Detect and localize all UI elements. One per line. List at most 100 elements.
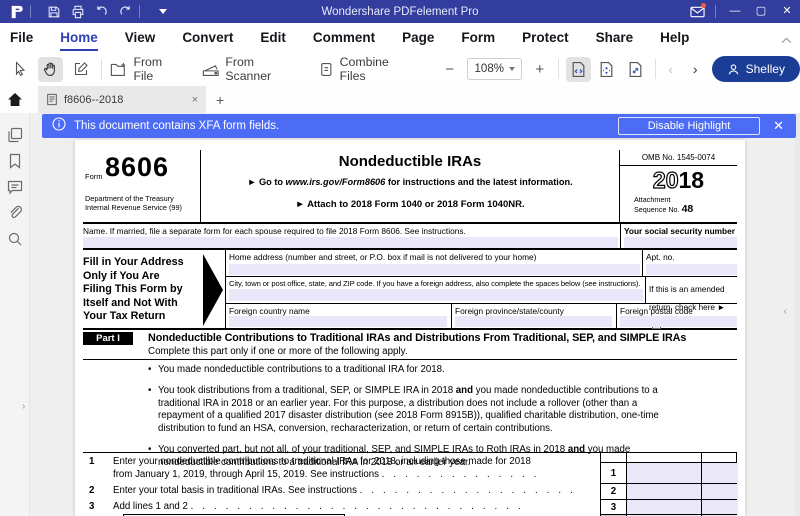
fit-width-button[interactable] — [566, 57, 590, 82]
line2-cents-field[interactable] — [702, 484, 738, 499]
home-tab-button[interactable] — [0, 92, 30, 107]
form-header: Form 8606 Department of the Treasury Int… — [83, 150, 737, 222]
new-tab-button[interactable]: + — [216, 92, 224, 108]
line-3: 3 Add lines 1 and 2 ....................… — [83, 500, 600, 513]
fit-page-button[interactable] — [595, 57, 619, 82]
pointer-triangle — [203, 254, 223, 326]
dept-line2: Internal Revenue Service (99) — [85, 203, 182, 212]
line3-amount-field[interactable] — [627, 500, 701, 514]
line2-amount-field[interactable] — [627, 484, 701, 499]
menu-convert[interactable]: Convert — [182, 25, 233, 51]
search-panel-icon[interactable] — [7, 231, 23, 247]
comments-panel-icon[interactable] — [7, 179, 23, 195]
menu-view[interactable]: View — [125, 25, 156, 51]
foreign-country-label: Foreign country name — [229, 304, 451, 316]
from-scanner-icon — [202, 62, 219, 77]
rule — [83, 359, 737, 360]
menu-form[interactable]: Form — [461, 25, 495, 51]
address-block: Fill in Your Address Only if You Are Fil… — [83, 250, 737, 330]
zoom-in-button[interactable]: + — [530, 61, 549, 78]
attachments-panel-icon[interactable] — [7, 205, 23, 221]
foreign-province-label: Foreign province/state/county — [455, 304, 616, 316]
menu-page[interactable]: Page — [402, 25, 434, 51]
thumbnails-panel-icon[interactable] — [7, 127, 23, 143]
redo-icon[interactable] — [118, 4, 133, 19]
expand-panel-icon[interactable]: › — [22, 401, 25, 412]
collapse-ribbon-icon[interactable] — [781, 31, 792, 49]
home-address-field[interactable] — [229, 264, 640, 275]
app-logo-icon — [9, 4, 24, 19]
irs-url: www.irs.gov/Form8606 — [286, 177, 386, 187]
part1-header: Part I Nondeductible Contributions to Tr… — [83, 332, 737, 345]
combine-files-button[interactable]: Combine Files — [319, 55, 416, 83]
foreign-country-field[interactable] — [229, 316, 447, 327]
edit-tool-button[interactable] — [69, 57, 93, 82]
select-tool-button[interactable] — [8, 57, 32, 82]
line3-cents-field[interactable] — [702, 500, 738, 514]
foreign-postal-label: Foreign postal code — [620, 304, 737, 316]
line1-cents-field[interactable] — [702, 463, 738, 483]
name-label: Name. If married, file a separate form f… — [83, 224, 620, 236]
user-account-button[interactable]: Shelley — [712, 56, 800, 82]
toolbar-divider — [101, 59, 102, 79]
zoom-level-value: 108% — [475, 63, 504, 75]
undo-icon[interactable] — [94, 4, 109, 19]
foreign-postal-field[interactable] — [620, 316, 737, 327]
save-icon[interactable] — [46, 4, 61, 19]
menu-help[interactable]: Help — [660, 25, 689, 51]
home-address-row: Home address (number and street, or P.O.… — [226, 250, 737, 277]
from-file-button[interactable]: From File — [110, 55, 184, 83]
menu-file[interactable]: File — [10, 25, 33, 51]
page-number-box[interactable]: › — [683, 55, 702, 83]
from-scanner-button[interactable]: From Scanner — [202, 55, 301, 83]
maximize-button[interactable]: ▢ — [748, 0, 774, 23]
close-button[interactable]: ✕ — [774, 0, 800, 23]
name-field[interactable] — [83, 237, 618, 248]
sequence-number: 48 — [682, 203, 694, 215]
name-row: Name. If married, file a separate form f… — [83, 222, 737, 250]
zoom-level-select[interactable]: 108% — [467, 58, 522, 80]
print-icon[interactable] — [70, 4, 85, 19]
collapse-right-panel-icon[interactable]: ‹ — [784, 306, 787, 317]
hand-tool-button[interactable] — [38, 57, 62, 82]
next-page-button[interactable]: › — [689, 61, 702, 77]
form-title: Nondeductible IRAs — [201, 153, 619, 170]
scrollbar[interactable] — [795, 113, 800, 516]
line-1: 1 Enter your nondeductible contributions… — [83, 455, 600, 481]
chevron-down-icon — [509, 67, 515, 71]
minimize-button[interactable]: — — [722, 0, 748, 23]
foreign-province-field[interactable] — [455, 316, 612, 327]
menu-comment[interactable]: Comment — [313, 25, 375, 51]
notifications-mail-icon[interactable] — [685, 0, 709, 23]
title-bar: Wondershare PDFelement Pro — ▢ ✕ — [0, 0, 800, 23]
banner-close-icon[interactable]: ✕ — [773, 118, 784, 134]
zoom-out-button[interactable]: − — [440, 61, 459, 78]
notification-dot — [701, 3, 706, 8]
toolbar-divider — [655, 59, 656, 79]
from-scanner-label: From Scanner — [225, 55, 301, 83]
city-row: City, town or post office, state, and ZI… — [226, 277, 737, 304]
bookmarks-panel-icon[interactable] — [7, 153, 23, 169]
part1-heading: Nondeductible Contributions to Tradition… — [148, 332, 686, 344]
city-field[interactable] — [229, 289, 643, 301]
quick-access-dropdown-icon[interactable] — [155, 4, 170, 19]
tab-close-icon[interactable]: × — [192, 94, 198, 106]
menu-share[interactable]: Share — [596, 25, 634, 51]
document-tab[interactable]: f8606--2018 × — [38, 86, 206, 113]
apt-field[interactable] — [646, 264, 737, 275]
from-file-icon — [110, 62, 127, 77]
menu-protect[interactable]: Protect — [522, 25, 569, 51]
line1-amount-field[interactable] — [627, 463, 701, 483]
menu-edit[interactable]: Edit — [260, 25, 286, 51]
menu-home[interactable]: Home — [60, 25, 98, 51]
ssn-field[interactable] — [624, 237, 737, 248]
toolbar-divider — [558, 59, 559, 79]
previous-page-button[interactable]: ‹ — [664, 61, 677, 77]
disable-highlight-button[interactable]: Disable Highlight — [618, 117, 760, 135]
tab-title: f8606--2018 — [64, 94, 186, 106]
actual-size-button[interactable] — [623, 57, 647, 82]
omb-cell: OMB No. 1545-0074 2018 Attachment Sequen… — [620, 150, 737, 222]
ssn-label: Your social security number — [624, 224, 737, 236]
user-name: Shelley — [746, 62, 785, 76]
form-number: 8606 — [105, 152, 169, 183]
